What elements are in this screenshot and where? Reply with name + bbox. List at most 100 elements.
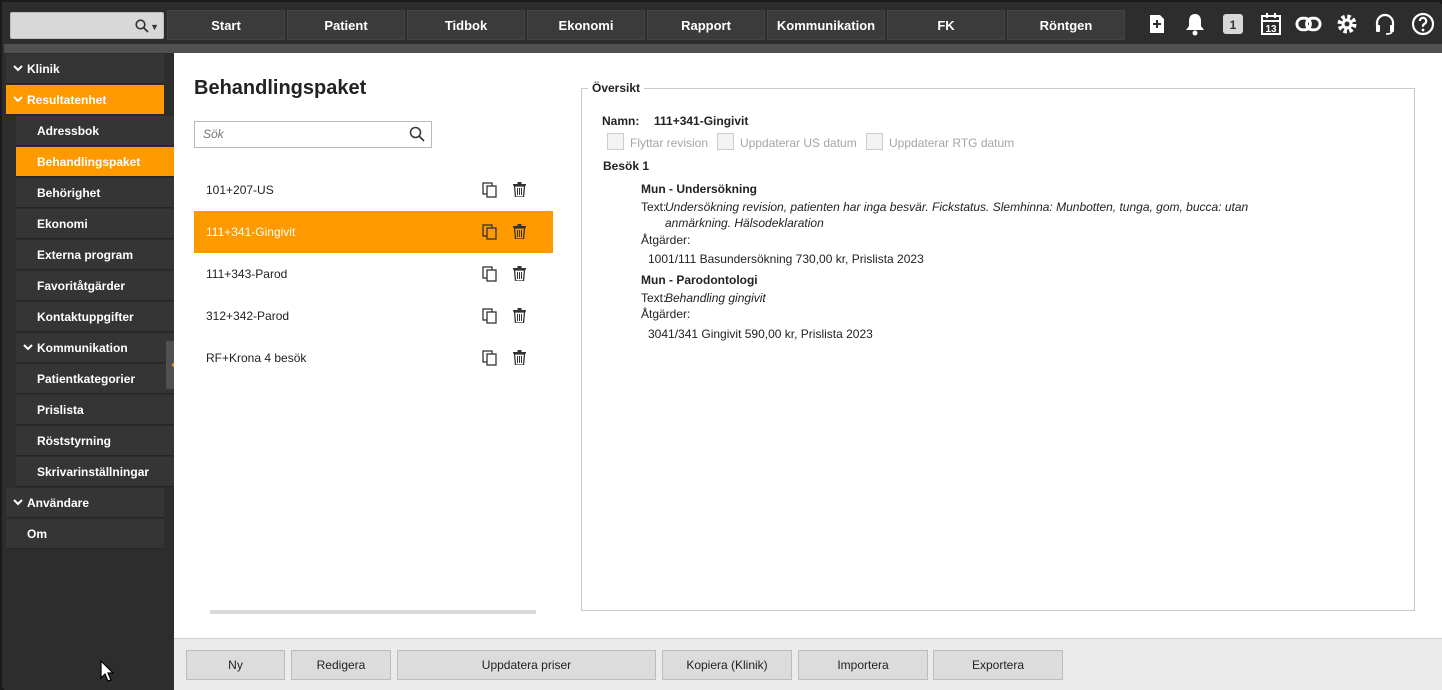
import-button[interactable]: Importera [798, 650, 928, 680]
sidebar-item-klinik[interactable]: Klinik [6, 54, 164, 84]
copy-icon[interactable] [482, 350, 497, 366]
chevron-down-icon [13, 65, 23, 72]
checkbox-uppdaterar-rtg[interactable] [866, 133, 883, 150]
package-row[interactable]: 312+342-Parod [194, 295, 553, 337]
package-search[interactable] [194, 121, 432, 148]
action-line: 3041/341 Gingivit 590,00 kr, Prislista 2… [648, 327, 873, 341]
sidebar-item-roststyrning[interactable]: Röststyrning [16, 426, 174, 456]
nav-patient[interactable]: Patient [287, 10, 405, 40]
text-value-cont: anmärkning. Hälsodeklaration [665, 216, 824, 230]
edit-button[interactable]: Redigera [291, 650, 391, 680]
update-prices-button[interactable]: Uppdatera priser [397, 650, 656, 680]
package-row[interactable]: 111+341-Gingivit [194, 211, 553, 253]
copy-clinic-button[interactable]: Kopiera (Klinik) [662, 650, 792, 680]
trash-icon[interactable] [513, 350, 526, 365]
nav-rapport[interactable]: Rapport [647, 10, 765, 40]
nav-ekonomi[interactable]: Ekonomi [527, 10, 645, 40]
trash-icon[interactable] [513, 224, 526, 239]
text-value: Behandling gingivit [665, 291, 766, 305]
nav-tidbok[interactable]: Tidbok [407, 10, 525, 40]
copy-icon[interactable] [482, 182, 497, 198]
nav-rontgen[interactable]: Röntgen [1007, 10, 1125, 40]
checkbox-label: Uppdaterar RTG datum [889, 136, 1015, 150]
visit-heading: Besök 1 [603, 159, 650, 173]
page-title: Behandlingspaket [194, 77, 367, 99]
package-name: 101+207-US [206, 183, 274, 197]
sidebar-item-kontaktuppgifter[interactable]: Kontaktuppgifter [16, 302, 174, 332]
copy-icon[interactable] [482, 308, 497, 324]
trash-icon[interactable] [513, 266, 526, 281]
sidebar-item-label: Kontaktuppgifter [37, 309, 134, 324]
sidebar-item-label: Adressbok [37, 123, 100, 138]
toolbar-icons: 1 13 [1143, 10, 1436, 37]
link-icon[interactable] [1295, 10, 1322, 37]
trash-icon[interactable] [513, 308, 526, 323]
top-bar: ▼ Start Patient Tidbok Ekonomi Rapport K… [4, 4, 1442, 44]
sidebar-item-resultatenhet[interactable]: Resultatenhet [6, 85, 164, 115]
sidebar-item-adressbok[interactable]: Adressbok [16, 116, 174, 146]
sidebar-item-kommunikation[interactable]: Kommunikation [16, 333, 174, 363]
global-search-input[interactable]: ▼ [10, 12, 164, 39]
checkbox-flyttar-revision[interactable] [607, 133, 624, 150]
package-row[interactable]: 101+207-US [194, 169, 553, 211]
package-name: 111+341-Gingivit [206, 225, 296, 239]
chevron-down-icon [23, 344, 33, 351]
export-button[interactable]: Exportera [933, 650, 1063, 680]
sidebar-item-externa-program[interactable]: Externa program [16, 240, 174, 270]
calendar-day: 13 [1265, 24, 1277, 35]
mouse-cursor-icon [100, 660, 114, 682]
sidebar-item-label: Behandlingspaket [37, 154, 141, 169]
search-icon [135, 19, 149, 33]
sidebar-item-behandlingspaket[interactable]: Behandlingspaket [16, 147, 174, 177]
notification-count-icon[interactable]: 1 [1219, 10, 1246, 37]
chevron-down-icon [13, 499, 23, 506]
package-row[interactable]: 111+343-Parod [194, 253, 553, 295]
checkbox-label: Uppdaterar US datum [740, 136, 857, 150]
sidebar-item-label: Behörighet [37, 185, 101, 200]
sidebar-item-label: Röststyrning [37, 433, 112, 448]
search-input[interactable] [195, 122, 395, 146]
copy-icon[interactable] [482, 266, 497, 282]
checkbox-label: Flyttar revision [630, 136, 709, 150]
calendar-icon[interactable]: 13 [1257, 10, 1284, 37]
sidebar-item-skrivarinstallningar[interactable]: Skrivarinställningar [16, 457, 174, 487]
copy-icon[interactable] [482, 224, 497, 240]
package-row[interactable]: RF+Krona 4 besök [194, 337, 553, 379]
section-heading: Mun - Parodontologi [641, 273, 758, 287]
sidebar-item-label: Användare [27, 495, 90, 510]
dropdown-caret-icon[interactable]: ▼ [150, 22, 159, 32]
name-value: 111+341-Gingivit [654, 114, 749, 128]
sidebar-item-patientkategorier[interactable]: Patientkategorier [16, 364, 174, 394]
trash-icon[interactable] [513, 182, 526, 197]
section-heading: Mun - Undersökning [641, 182, 757, 196]
bell-icon[interactable] [1181, 10, 1208, 37]
gear-icon[interactable] [1333, 10, 1360, 37]
headset-icon[interactable] [1371, 10, 1398, 37]
text-value: Undersökning revision, patienten har ing… [665, 200, 1249, 214]
sidebar-item-anvandare[interactable]: Användare [6, 488, 164, 518]
name-label: Namn: [602, 114, 640, 128]
help-icon[interactable] [1409, 10, 1436, 37]
overview-panel: Översikt Namn: 111+341-Gingivit Flyttar … [581, 81, 1415, 611]
sidebar-item-om[interactable]: Om [6, 519, 164, 549]
sidebar-item-behorighet[interactable]: Behörighet [16, 178, 174, 208]
sidebar: Klinik Resultatenhet Adressbok Behandlin… [4, 53, 174, 690]
nav-kommunikation[interactable]: Kommunikation [767, 10, 885, 40]
bottom-toolbar: Ny Redigera Uppdatera priser Kopiera (Kl… [174, 638, 1442, 690]
main-panel: Behandlingspaket 101+207-US 111+341-Ging… [174, 53, 1442, 638]
actions-label: Åtgärder: [641, 307, 691, 321]
search-icon[interactable] [409, 126, 425, 142]
sidebar-item-favoritatgarder[interactable]: Favoritåtgärder [16, 271, 174, 301]
sidebar-item-label: Skrivarinställningar [37, 464, 150, 479]
nav-fk[interactable]: FK [887, 10, 1005, 40]
new-button[interactable]: Ny [186, 650, 285, 680]
nav-start[interactable]: Start [167, 10, 285, 40]
sidebar-item-ekonomi[interactable]: Ekonomi [16, 209, 174, 239]
checkbox-uppdaterar-us[interactable] [717, 133, 734, 150]
actions-label: Åtgärder: [641, 233, 691, 247]
add-journal-icon[interactable] [1143, 10, 1170, 37]
text-label: Text: [641, 200, 667, 214]
sidebar-item-prislista[interactable]: Prislista [16, 395, 174, 425]
horizontal-scrollbar[interactable] [210, 610, 536, 614]
badge-count: 1 [1229, 18, 1236, 32]
